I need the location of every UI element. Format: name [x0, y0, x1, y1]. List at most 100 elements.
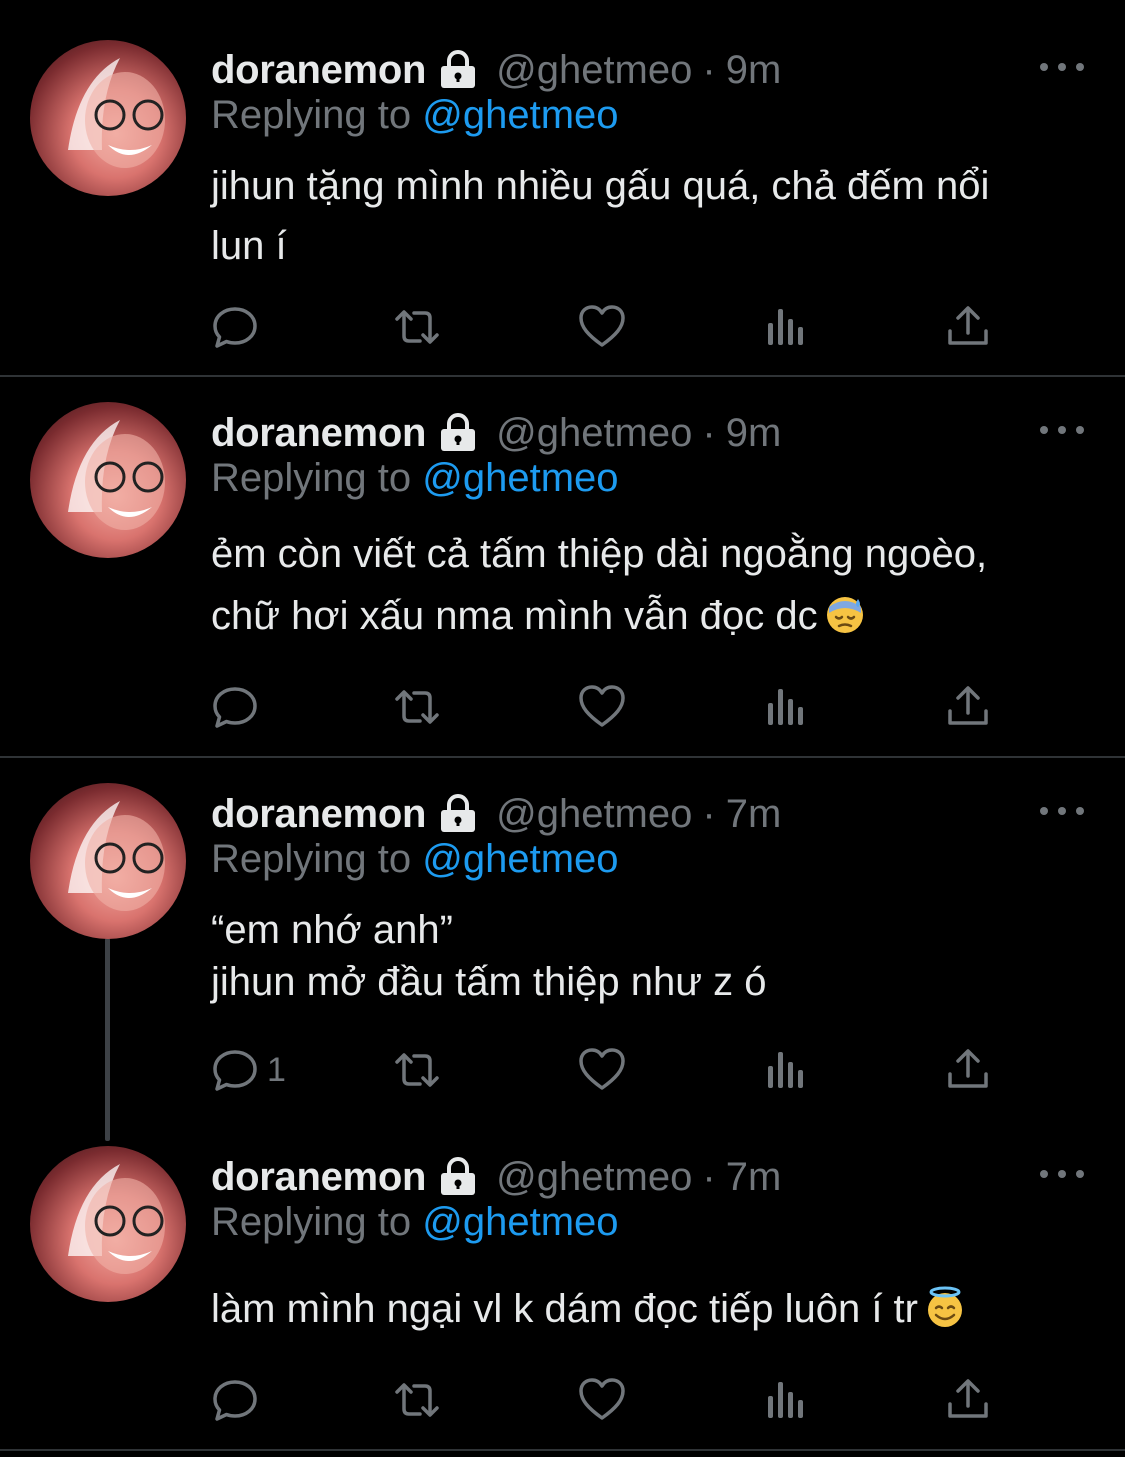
user-handle[interactable]: @ghetmeo — [496, 792, 692, 837]
retweet-icon — [395, 1053, 439, 1087]
tweet-text-line: jihun mở đầu tấm thiệp như z ó — [211, 960, 767, 1004]
share-button[interactable] — [944, 682, 992, 732]
retweet-icon — [395, 310, 439, 344]
avatar[interactable] — [30, 783, 186, 939]
display-name[interactable]: doranemon — [211, 1155, 426, 1200]
like-button[interactable] — [578, 302, 626, 352]
replying-prefix: Replying to — [211, 837, 412, 881]
share-icon — [948, 686, 988, 725]
replying-prefix: Replying to — [211, 93, 412, 137]
more-icon[interactable] — [1040, 52, 1084, 82]
display-name[interactable]: doranemon — [211, 48, 426, 93]
retweet-icon — [395, 1383, 439, 1417]
tweet-text: ẻm còn viết cả tấm thiệp dài ngoằng ngoè… — [211, 523, 1091, 647]
more-icon[interactable] — [1040, 415, 1084, 445]
tweet[interactable]: doranemon @ghetmeo · 9m Replying to @ghe… — [0, 377, 1125, 756]
views-button[interactable] — [763, 682, 811, 732]
display-name[interactable]: doranemon — [211, 792, 426, 837]
tweet-text-line: ẻm còn viết cả tấm thiệp dài ngoằng ngoè… — [211, 532, 988, 576]
tweet-text: jihun tặng mình nhiều gấu quá, chả đếm n… — [211, 156, 1091, 276]
like-button[interactable] — [578, 1375, 626, 1425]
user-handle[interactable]: @ghetmeo — [496, 411, 692, 456]
downcast-sweat-emoji — [824, 591, 866, 633]
tweet[interactable]: doranemon @ghetmeo · 7m Replying to @ghe… — [0, 1141, 1125, 1447]
replying-mention[interactable]: @ghetmeo — [422, 93, 618, 137]
reply-icon — [213, 1380, 257, 1421]
heart-icon — [579, 305, 625, 347]
share-button[interactable] — [944, 1045, 992, 1095]
views-icon — [768, 689, 803, 725]
views-icon — [768, 1382, 803, 1418]
tweet-feed: doranemon @ghetmeo · 9m Replying to @ghe… — [0, 0, 1125, 1457]
action-bar — [211, 1375, 1011, 1425]
tweet-text: làm mình ngại vl k dám đọc tiếp luôn í t… — [211, 1279, 1091, 1339]
tweet-text-line: làm mình ngại vl k dám đọc tiếp luôn í t… — [211, 1287, 918, 1331]
lock-icon — [438, 1157, 478, 1197]
avatar[interactable] — [30, 402, 186, 558]
tweet-header: doranemon @ghetmeo · 7m — [211, 1152, 781, 1202]
replying-prefix: Replying to — [211, 1200, 412, 1244]
like-button[interactable] — [578, 1045, 626, 1095]
avatar[interactable] — [30, 1146, 186, 1302]
share-button[interactable] — [944, 302, 992, 352]
timestamp[interactable]: 7m — [726, 1155, 782, 1200]
reply-icon — [213, 1050, 257, 1091]
timestamp[interactable]: 9m — [726, 48, 782, 93]
views-icon — [768, 309, 803, 345]
lock-icon — [438, 50, 478, 90]
user-handle[interactable]: @ghetmeo — [496, 48, 692, 93]
tweet[interactable]: doranemon @ghetmeo · 9m Replying to @ghe… — [0, 0, 1125, 376]
lock-icon — [438, 794, 478, 834]
action-bar — [211, 682, 1011, 732]
replying-mention[interactable]: @ghetmeo — [422, 1200, 618, 1244]
tweet-header: doranemon @ghetmeo · 9m — [211, 45, 781, 95]
replying-to: Replying to @ghetmeo — [211, 456, 619, 501]
views-button[interactable] — [763, 1375, 811, 1425]
reply-icon — [213, 687, 257, 728]
reply-button[interactable] — [211, 682, 267, 732]
avatar[interactable] — [30, 40, 186, 196]
share-button[interactable] — [944, 1375, 992, 1425]
retweet-button[interactable] — [393, 302, 441, 352]
heart-icon — [579, 1378, 625, 1420]
user-handle[interactable]: @ghetmeo — [496, 1155, 692, 1200]
tweet-header: doranemon @ghetmeo · 7m — [211, 789, 781, 839]
separator-dot: · — [702, 410, 716, 455]
views-button[interactable] — [763, 1045, 811, 1095]
views-button[interactable] — [763, 302, 811, 352]
action-bar — [211, 302, 1011, 352]
share-icon — [948, 1049, 988, 1088]
replying-mention[interactable]: @ghetmeo — [422, 456, 618, 500]
tweet-text-line: chữ hơi xấu nma mình vẫn đọc dc — [211, 594, 818, 638]
share-icon — [948, 306, 988, 345]
share-icon — [948, 1379, 988, 1418]
more-icon[interactable] — [1040, 1159, 1084, 1189]
action-bar: 1 — [211, 1045, 1011, 1095]
thread-connector — [105, 938, 110, 1141]
tweet[interactable]: doranemon @ghetmeo · 7m Replying to @ghe… — [0, 758, 1125, 1141]
reply-button[interactable] — [211, 302, 267, 352]
tweet-text: “em nhớ anh” jihun mở đầu tấm thiệp như … — [211, 904, 1091, 1008]
reply-button[interactable]: 1 — [211, 1045, 286, 1095]
tweet-text-line: lun í — [211, 224, 287, 268]
separator-dot: · — [702, 791, 716, 836]
more-icon[interactable] — [1040, 796, 1084, 826]
replying-to: Replying to @ghetmeo — [211, 93, 619, 138]
retweet-button[interactable] — [393, 1045, 441, 1095]
retweet-button[interactable] — [393, 1375, 441, 1425]
timestamp[interactable]: 9m — [726, 411, 782, 456]
halo-smile-emoji — [924, 1285, 966, 1327]
timestamp[interactable]: 7m — [726, 792, 782, 837]
like-button[interactable] — [578, 682, 626, 732]
separator-dot: · — [702, 1154, 716, 1199]
tweet-header: doranemon @ghetmeo · 9m — [211, 408, 781, 458]
retweet-button[interactable] — [393, 682, 441, 732]
heart-icon — [579, 1048, 625, 1090]
display-name[interactable]: doranemon — [211, 411, 426, 456]
tweet-text-line: “em nhớ anh” — [211, 908, 453, 952]
separator-dot: · — [702, 47, 716, 92]
replying-prefix: Replying to — [211, 456, 412, 500]
views-icon — [768, 1052, 803, 1088]
reply-button[interactable] — [211, 1375, 267, 1425]
replying-mention[interactable]: @ghetmeo — [422, 837, 618, 881]
